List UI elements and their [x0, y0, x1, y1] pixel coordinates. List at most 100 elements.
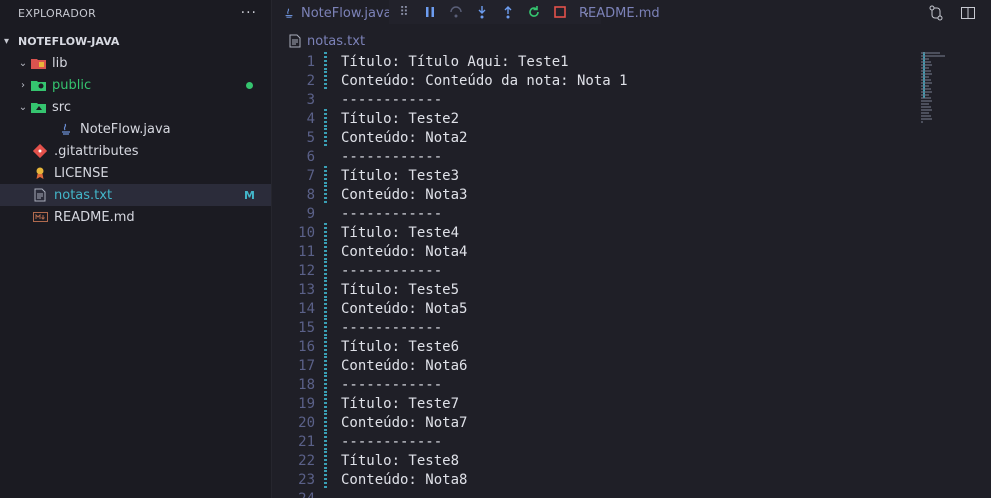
minimap-line [921, 52, 940, 54]
code-editor[interactable]: 1 Título: Título Aqui: Teste1 2 Conteúdo: C… [273, 52, 921, 498]
editor-area: NoteFlow.java ⠿ ⌄ README.md notas.txt 1 … [273, 0, 991, 498]
tab-noteflow-java[interactable]: NoteFlow.java [273, 0, 402, 26]
code-line[interactable]: 21 ------------ [273, 432, 921, 451]
minimap-line [921, 94, 930, 96]
tree-item-readme[interactable]: README.md [0, 206, 271, 228]
code-line[interactable]: 10 Título: Teste4 [273, 223, 921, 242]
modified-gutter-marker [324, 356, 327, 375]
modified-gutter-marker [324, 71, 327, 90]
tree-item-label: public [52, 77, 92, 93]
line-number: 23 [298, 471, 315, 488]
line-text: Título: Teste2 [341, 110, 460, 127]
code-line[interactable]: 15 ------------ [273, 318, 921, 337]
split-editor-icon[interactable] [959, 4, 977, 22]
minimap-line [921, 97, 931, 99]
tree-item-gitattributes[interactable]: .gitattributes [0, 140, 271, 162]
folder-icon [30, 56, 46, 70]
tree-item-license[interactable]: LICENSE [0, 162, 271, 184]
code-line[interactable]: 6 ------------ [273, 147, 921, 166]
pause-icon[interactable] [421, 3, 439, 21]
code-line[interactable]: 23 Conteúdo: Nota8 [273, 470, 921, 489]
code-line[interactable]: 2 Conteúdo: Conteúdo da nota: Nota 1 [273, 71, 921, 90]
tree-item-notas-txt[interactable]: notas.txt M [0, 184, 271, 206]
code-line[interactable]: 18 ------------ [273, 375, 921, 394]
minimap[interactable] [921, 52, 945, 123]
code-line[interactable]: 16 Título: Teste6 [273, 337, 921, 356]
project-root[interactable]: ▾ NOTEFLOW-JAVA [0, 30, 271, 52]
tree-item-lib[interactable]: ⌄ lib [0, 52, 271, 74]
line-text: ------------ [341, 262, 443, 279]
line-text: Conteúdo: Nota6 [341, 357, 468, 374]
line-number: 1 [306, 53, 315, 70]
tree-item-label: lib [52, 55, 68, 71]
more-actions-icon[interactable]: ··· [241, 5, 257, 21]
tree-item-label: LICENSE [54, 165, 109, 181]
text-file-icon [289, 34, 301, 48]
tree-item-src[interactable]: ⌄ src [0, 96, 271, 118]
code-line[interactable]: 24 [273, 489, 921, 498]
code-line[interactable]: 20 Conteúdo: Nota7 [273, 413, 921, 432]
minimap-line [921, 61, 931, 63]
tree-item-label: src [52, 99, 71, 115]
line-number: 12 [298, 262, 315, 279]
minimap-line [921, 55, 945, 57]
tree-item-label: README.md [54, 209, 135, 225]
line-text: Conteúdo: Nota8 [341, 471, 468, 488]
code-line[interactable]: 12 ------------ [273, 261, 921, 280]
line-text: Título: Teste7 [341, 395, 460, 412]
tab-readme[interactable]: README.md [569, 0, 670, 26]
restart-icon[interactable] [525, 3, 543, 21]
line-number: 3 [306, 91, 315, 108]
code-line[interactable]: 19 Título: Teste7 [273, 394, 921, 413]
code-line[interactable]: 14 Conteúdo: Nota5 [273, 299, 921, 318]
tree-item-label: .gitattributes [54, 143, 139, 159]
modified-gutter-marker [324, 52, 327, 71]
step-out-icon[interactable] [499, 3, 517, 21]
code-line[interactable]: 17 Conteúdo: Nota6 [273, 356, 921, 375]
folder-icon [30, 100, 46, 114]
minimap-line [921, 100, 932, 102]
tab-bar: NoteFlow.java ⠿ ⌄ README.md [273, 0, 991, 26]
modified-gutter-marker [324, 128, 327, 147]
stop-icon[interactable] [551, 3, 569, 21]
code-line[interactable]: 22 Título: Teste8 [273, 451, 921, 470]
line-number: 7 [306, 167, 315, 184]
code-line[interactable]: 5 Conteúdo: Nota2 [273, 128, 921, 147]
line-number: 16 [298, 338, 315, 355]
code-line[interactable]: 1 Título: Título Aqui: Teste1 [273, 52, 921, 71]
code-line[interactable]: 7 Título: Teste3 [273, 166, 921, 185]
code-line[interactable]: 9 ------------ [273, 204, 921, 223]
gutter [324, 204, 327, 223]
line-number: 2 [306, 72, 315, 89]
git-icon [32, 144, 48, 158]
step-over-icon[interactable] [447, 3, 465, 21]
compare-changes-icon[interactable] [927, 4, 945, 22]
gutter [324, 147, 327, 166]
drag-handle-icon[interactable]: ⠿ [395, 3, 413, 21]
line-number: 9 [306, 205, 315, 222]
code-line[interactable]: 4 Título: Teste2 [273, 109, 921, 128]
code-line[interactable]: 13 Título: Teste5 [273, 280, 921, 299]
text-file-icon [32, 188, 48, 202]
minimap-line [921, 79, 931, 81]
modified-gutter-marker [324, 185, 327, 204]
java-icon [58, 122, 74, 136]
minimap-line [921, 115, 931, 117]
tree-item-public[interactable]: › public [0, 74, 271, 96]
line-text: Conteúdo: Nota5 [341, 300, 468, 317]
breadcrumb-file[interactable]: notas.txt [307, 34, 365, 49]
step-into-icon[interactable] [473, 3, 491, 21]
line-number: 6 [306, 148, 315, 165]
explorer-sidebar: EXPLORADOR ··· ▾ NOTEFLOW-JAVA ⌄ lib › p… [0, 0, 272, 498]
code-line[interactable]: 8 Conteúdo: Nota3 [273, 185, 921, 204]
tree-item-noteflow-java[interactable]: NoteFlow.java [0, 118, 271, 140]
line-number: 22 [298, 452, 315, 469]
license-icon [32, 166, 48, 180]
code-line[interactable]: 11 Conteúdo: Nota4 [273, 242, 921, 261]
chevron-down-icon: ▾ [4, 35, 10, 47]
line-text: Conteúdo: Nota3 [341, 186, 468, 203]
code-line[interactable]: 3 ------------ [273, 90, 921, 109]
line-text: ------------ [341, 319, 443, 336]
line-number: 13 [298, 281, 315, 298]
line-number: 21 [298, 433, 315, 450]
